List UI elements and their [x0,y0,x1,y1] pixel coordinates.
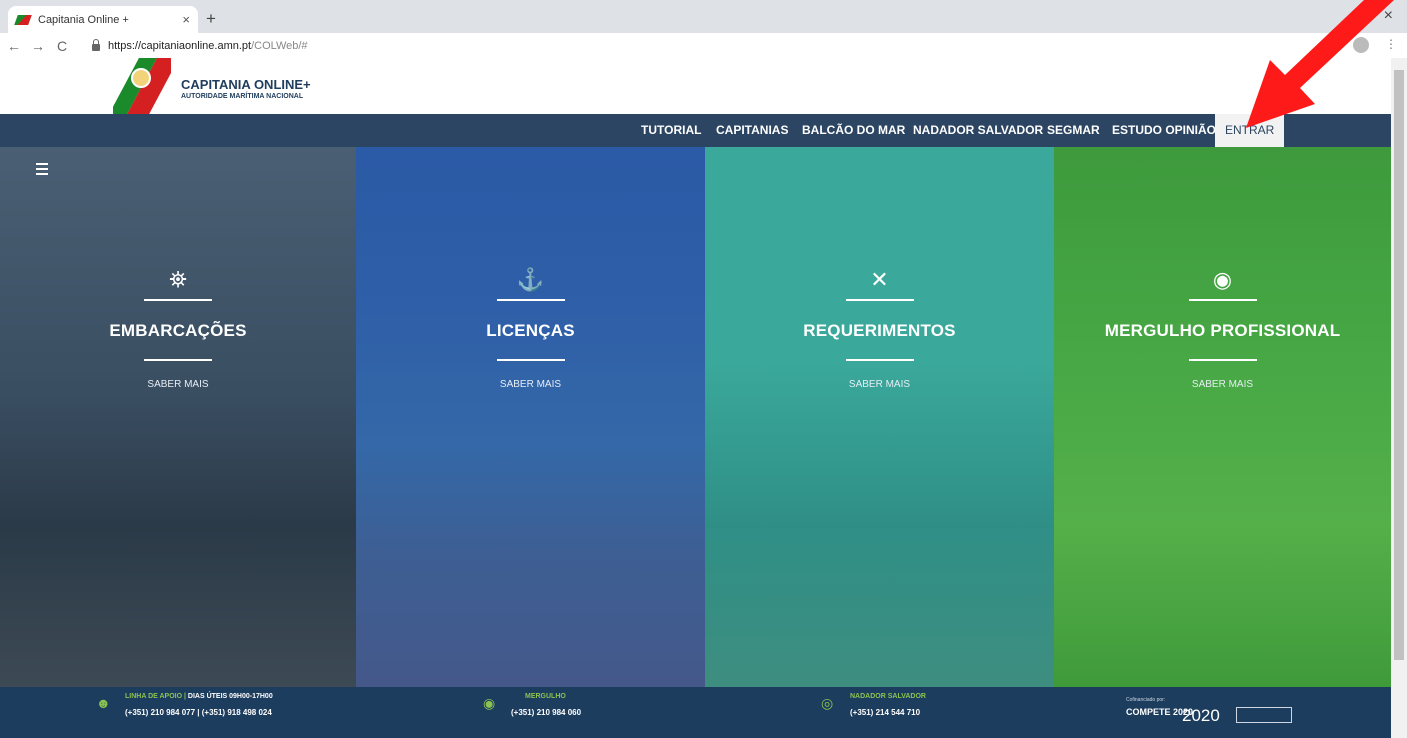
site-logo[interactable] [113,58,171,114]
nav-tutorial[interactable]: TUTORIAL [641,114,701,147]
forward-button[interactable]: → [28,38,48,54]
page-scrollbar[interactable] [1391,58,1407,738]
divider [496,299,565,301]
tile-title[interactable]: MERGULHO PROFISSIONAL [1054,321,1391,341]
nav-capitanias[interactable]: CAPITANIAS [716,114,788,147]
site-footer: ☻ LINHA DE APOIO | DIAS ÚTEIS 09H00-17H0… [0,687,1391,738]
new-tab-button[interactable]: + [206,9,216,29]
anchor-icon: ⚓ [516,267,545,292]
tile-licencas[interactable]: ⚓ LICENÇAS SABER MAIS [356,147,705,687]
lifebuoy-icon: ◎ [821,695,834,711]
diver-icon: ◉ [483,695,496,711]
window-close-button[interactable]: × [1384,7,1393,25]
reload-button[interactable]: C [52,38,72,54]
lifeguard-phone[interactable]: (+351) 214 544 710 [850,708,926,717]
favicon-icon [14,14,32,25]
diving-contact: MERGULHO (+351) 210 984 060 [511,693,581,717]
ship-wheel-icon: ⛯ [169,267,187,292]
divider [845,359,914,361]
browser-menu-icon[interactable]: ⋮ [1385,37,1397,53]
tile-content: ⚓ LICENÇAS SABER MAIS [356,265,705,390]
lock-icon [92,39,100,51]
toolbar-actions: ☆ ⋮ [1326,37,1397,53]
hamburger-menu-icon[interactable] [36,163,48,178]
support-hours: DIAS ÚTEIS 09H00-17H00 [187,693,273,700]
diving-label: MERGULHO [525,693,566,700]
divider [1188,299,1257,301]
user-icon: ☻ [96,695,111,711]
tab-title: Capitania Online + [38,13,129,26]
saber-mais-link[interactable]: SABER MAIS [0,379,356,390]
site-title[interactable]: CAPITANIA ONLINE+ [181,77,311,92]
url-path: /COLWeb/# [251,39,308,52]
tile-content: ✕ REQUERIMENTOS SABER MAIS [705,265,1054,390]
divider [845,299,914,301]
support-phones[interactable]: (+351) 210 984 077 | (+351) 918 498 024 [125,708,273,717]
divider [144,299,212,301]
scroll-thumb[interactable] [1394,70,1404,660]
nav-estudo-opiniao[interactable]: ESTUDO OPINIÃO [1112,114,1216,147]
nav-nadador-salvador[interactable]: NADADOR SALVADOR [913,114,1043,147]
site-subtitle: AUTORIDADE MARÍTIMA NACIONAL [181,93,304,100]
browser-toolbar: ← → C https://capitaniaonline.amn.pt /CO… [0,33,1407,58]
diving-helmet-icon: ◉ [1212,267,1233,292]
tile-background [705,147,1054,687]
divider [496,359,565,361]
browser-tab[interactable]: Capitania Online + × [8,6,198,33]
tile-title[interactable]: LICENÇAS [356,321,705,341]
diving-phone[interactable]: (+351) 210 984 060 [511,708,581,717]
tile-mergulho-profissional[interactable]: ◉ MERGULHO PROFISSIONAL SABER MAIS [1054,147,1391,687]
nav-segmar[interactable]: SEGMAR [1047,114,1100,147]
back-button[interactable]: ← [4,38,24,54]
site-header: CAPITANIA ONLINE+ AUTORIDADE MARÍTIMA NA… [0,58,1391,114]
cofinanced-label: Cofinanciado por: [1126,697,1166,703]
tab-strip: Capitania Online + × + × [0,0,1407,33]
lifeguard-contact: NADADOR SALVADOR (+351) 214 544 710 [850,693,926,717]
support-contact: LINHA DE APOIO | DIAS ÚTEIS 09H00-17H00 … [125,693,273,717]
support-label: LINHA DE APOIO [125,693,183,700]
profile-avatar[interactable] [1353,37,1369,53]
saber-mais-link[interactable]: SABER MAIS [356,379,705,390]
tile-background [0,147,356,687]
main-nav: TUTORIAL CAPITANIAS BALCÃO DO MAR NADADO… [0,114,1391,147]
url-host: https://capitaniaonline.amn.pt [108,39,252,52]
eu-flag-logo [1236,707,1292,723]
crossed-tools-icon: ✕ [870,267,889,292]
logo-seal-icon [131,68,151,88]
tile-content: ⛯ EMBARCAÇÕES SABER MAIS [0,265,356,390]
nav-entrar[interactable]: ENTRAR [1215,114,1285,147]
nav-balcao-do-mar[interactable]: BALCÃO DO MAR [802,114,905,147]
tab-close-icon[interactable]: × [182,12,190,27]
tile-requerimentos[interactable]: ✕ REQUERIMENTOS SABER MAIS [705,147,1054,687]
tile-title[interactable]: REQUERIMENTOS [705,321,1054,341]
divider [1188,359,1257,361]
saber-mais-link[interactable]: SABER MAIS [1054,379,1391,390]
portugal-2020-logo: 2020 [1182,706,1220,725]
address-bar[interactable]: https://capitaniaonline.amn.pt /COLWeb/# [86,35,1346,56]
bookmark-star-icon[interactable]: ☆ [1326,37,1337,53]
tile-background [356,147,705,687]
tile-background [1054,147,1391,687]
service-tiles: ⛯ EMBARCAÇÕES SABER MAIS ⚓ LICENÇAS SABE… [0,147,1391,687]
lifeguard-label: NADADOR SALVADOR [850,693,926,700]
browser-chrome: Capitania Online + × + × ← → C https://c… [0,0,1407,58]
funding-logos: Cofinanciado por: COMPETE 2020 2020 [1126,697,1296,731]
saber-mais-link[interactable]: SABER MAIS [705,379,1054,390]
tile-content: ◉ MERGULHO PROFISSIONAL SABER MAIS [1054,265,1391,390]
site-viewport: CAPITANIA ONLINE+ AUTORIDADE MARÍTIMA NA… [0,58,1391,738]
tile-embarcacoes[interactable]: ⛯ EMBARCAÇÕES SABER MAIS [0,147,356,687]
divider [144,359,212,361]
tile-title[interactable]: EMBARCAÇÕES [0,321,356,341]
